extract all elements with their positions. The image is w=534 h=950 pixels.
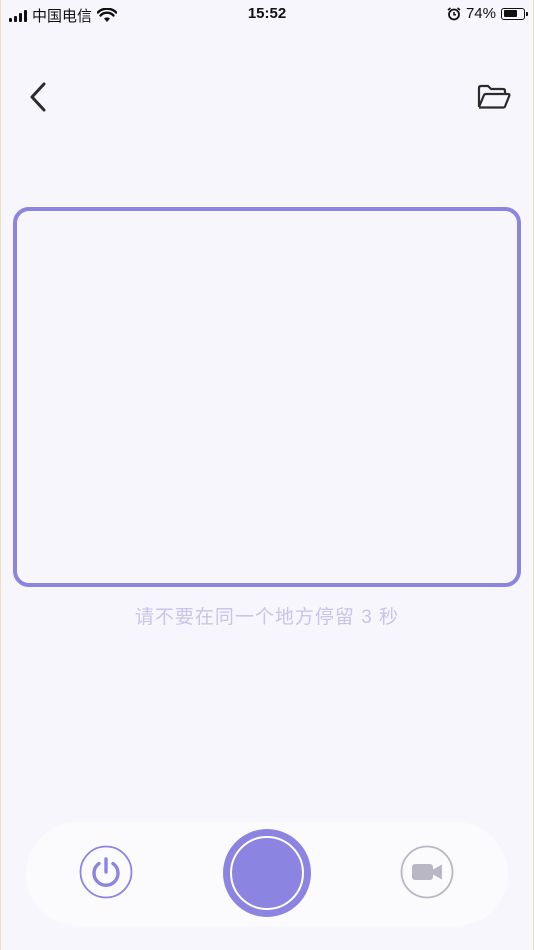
camera-preview-frame [13,207,521,587]
video-camera-icon [400,845,454,899]
back-button[interactable] [22,78,56,116]
status-right: 74% [447,5,528,22]
power-icon [79,845,133,899]
battery-icon [501,7,528,20]
hint-text: 请不要在同一个地方停留 3 秒 [134,607,400,628]
battery-percent: 74% [465,5,496,22]
battery-fill [503,10,517,17]
video-button[interactable] [400,845,454,899]
folder-button[interactable] [476,80,512,114]
chevron-left-icon [30,82,46,112]
record-button-ring [230,836,304,910]
folder-open-icon [477,84,511,109]
power-button[interactable] [79,845,133,899]
left-edge [0,0,1,950]
alarm-icon [447,6,461,20]
status-bar: 中国电信 15:52 74% [0,0,534,28]
record-button[interactable] [223,829,311,917]
screen: 中国电信 15:52 74% 请不要在同一个地方停留 3 秒 [0,0,534,950]
